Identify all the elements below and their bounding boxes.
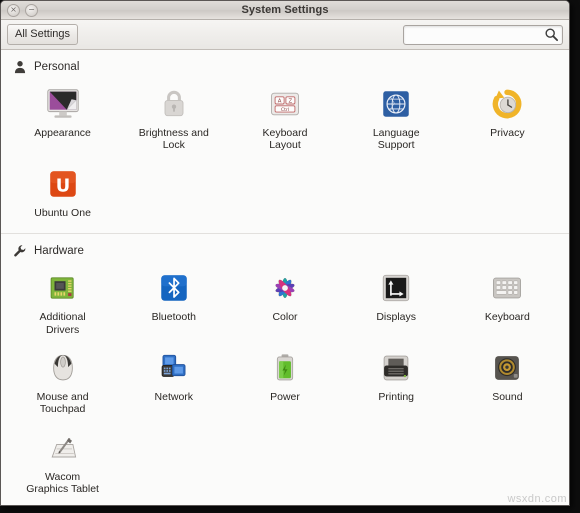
tile-label: Sound — [492, 390, 523, 403]
search-input[interactable] — [403, 24, 563, 45]
svg-text:Ctrl: Ctrl — [281, 107, 289, 113]
svg-text:U: U — [55, 175, 70, 196]
tile-wacom-graphics-tablet[interactable]: Wacom Graphics Tablet — [7, 424, 118, 502]
grid-personal: Appearance Brightness and Lock A Z Ctrl … — [1, 78, 569, 233]
mouse-touchpad-icon — [44, 349, 82, 387]
keyboard-icon — [488, 269, 526, 307]
ubuntu-one-icon: U — [44, 165, 82, 203]
system-settings-window: × − System Settings All Settings Persona… — [0, 0, 570, 506]
section-title-hardware: Hardware — [34, 244, 84, 257]
color-icon — [266, 269, 304, 307]
wrench-icon — [12, 243, 27, 258]
tile-label: Ubuntu One — [34, 206, 91, 219]
tile-label: Wacom Graphics Tablet — [26, 470, 99, 495]
privacy-icon — [488, 85, 526, 123]
additional-drivers-icon — [44, 269, 82, 307]
language-support-icon — [377, 85, 415, 123]
tile-additional-drivers[interactable]: Additional Drivers — [7, 264, 118, 342]
tile-color[interactable]: Color — [229, 264, 340, 342]
tile-label: Keyboard — [484, 311, 530, 324]
tile-network[interactable]: Network — [118, 344, 229, 422]
person-icon — [12, 59, 27, 74]
power-icon — [266, 349, 304, 387]
minimize-button[interactable]: − — [25, 3, 38, 17]
tile-ubuntu-one[interactable]: U Ubuntu One — [7, 160, 118, 225]
section-header-personal: Personal — [1, 56, 569, 78]
tile-label: Bluetooth — [151, 311, 196, 324]
all-settings-button[interactable]: All Settings — [7, 24, 79, 45]
tile-label: Printing — [378, 390, 414, 403]
search-box[interactable] — [403, 24, 563, 45]
close-button[interactable]: × — [7, 3, 20, 17]
tile-label: Displays — [376, 311, 417, 324]
tile-printing[interactable]: Printing — [341, 344, 452, 422]
section-hardware: Hardware Additional Drivers Bluetooth Co… — [1, 233, 569, 505]
tile-label: Appearance — [34, 127, 91, 139]
network-icon — [155, 349, 193, 387]
grid-hardware: Additional Drivers Bluetooth Color Displ… — [1, 262, 569, 505]
keyboard-layout-icon: A Z Ctrl — [266, 85, 304, 123]
section-title-personal: Personal — [34, 60, 80, 73]
tile-label: Privacy — [490, 127, 525, 139]
svg-text:A: A — [278, 99, 282, 105]
printing-icon — [377, 349, 415, 387]
displays-icon — [377, 269, 415, 307]
toolbar: All Settings — [1, 20, 569, 50]
tile-appearance[interactable]: Appearance — [7, 80, 118, 158]
window-title: System Settings — [241, 4, 329, 16]
brightness-lock-icon — [155, 85, 193, 123]
tile-language-support[interactable]: Language Support — [341, 80, 452, 158]
tile-label: Network — [154, 390, 194, 403]
tile-brightness-and-lock[interactable]: Brightness and Lock — [118, 80, 229, 158]
tile-sound[interactable]: Sound — [452, 344, 563, 422]
tile-label: Keyboard Layout — [262, 127, 308, 152]
close-icon: × — [10, 5, 17, 14]
tile-displays[interactable]: Displays — [341, 264, 452, 342]
section-header-hardware: Hardware — [1, 240, 569, 262]
minimize-icon: − — [28, 5, 35, 14]
tile-label: Color — [272, 311, 298, 324]
title-bar: × − System Settings — [1, 1, 569, 20]
tile-bluetooth[interactable]: Bluetooth — [118, 264, 229, 342]
watermark: wsxdn.com — [507, 493, 567, 505]
bluetooth-icon — [155, 269, 193, 307]
tile-label: Language Support — [372, 127, 420, 152]
section-personal: Personal Appearance Brightness and Lock … — [1, 50, 569, 233]
svg-text:Z: Z — [289, 99, 293, 105]
tile-label: Brightness and Lock — [138, 127, 209, 152]
settings-content: Personal Appearance Brightness and Lock … — [1, 50, 569, 505]
tile-mouse-and-touchpad[interactable]: Mouse and Touchpad — [7, 344, 118, 422]
wacom-tablet-icon — [44, 429, 82, 467]
appearance-icon — [44, 85, 82, 123]
tile-privacy[interactable]: Privacy — [452, 80, 563, 158]
tile-keyboard-layout[interactable]: A Z Ctrl Keyboard Layout — [229, 80, 340, 158]
tile-label: Mouse and Touchpad — [36, 390, 89, 416]
sound-icon — [488, 349, 526, 387]
tile-power[interactable]: Power — [229, 344, 340, 422]
tile-keyboard[interactable]: Keyboard — [452, 264, 563, 342]
tile-label: Additional Drivers — [39, 311, 86, 336]
tile-label: Power — [270, 390, 300, 403]
